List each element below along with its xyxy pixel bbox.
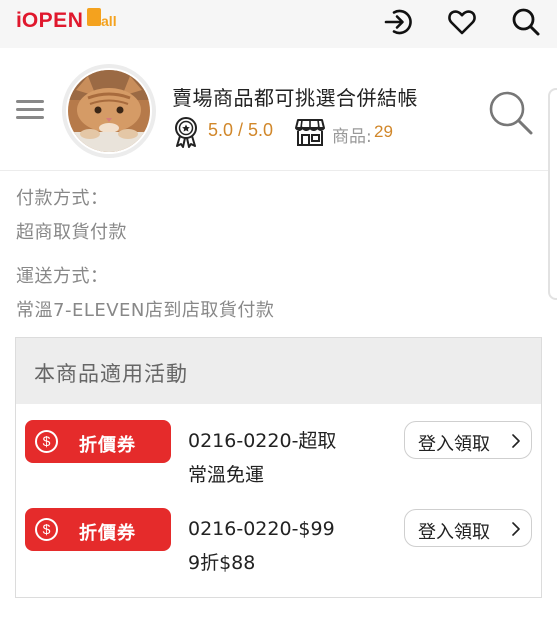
- promotions-title: 本商品適用活動: [34, 362, 188, 386]
- award-badge-icon: [175, 117, 197, 148]
- menu-icon[interactable]: [14, 96, 48, 124]
- heart-icon[interactable]: [446, 6, 478, 38]
- promotion-desc-line: 常溫免運: [188, 464, 265, 486]
- coupon-label: 折價券: [79, 435, 136, 456]
- login-icon[interactable]: [382, 6, 414, 38]
- payment-label: 付款方式：: [16, 188, 109, 209]
- chevron-right-icon: [512, 522, 520, 536]
- iopen-mall-logo[interactable]: i OPEN Mall: [16, 7, 117, 32]
- login-claim-button[interactable]: 登入領取: [404, 421, 532, 459]
- side-scroll-handle[interactable]: [548, 88, 557, 300]
- coupon-label: 折價券: [79, 523, 136, 544]
- coupon-tag: $ 折價券: [25, 508, 171, 551]
- promotion-desc-line: 0216-0220-超取: [188, 430, 337, 452]
- store-rating: 5.0 / 5.0: [208, 120, 274, 140]
- logo-open: OPEN: [21, 9, 84, 32]
- store-avatar[interactable]: [62, 64, 156, 158]
- shipping-value: 常溫7-ELEVEN店到店取貨付款: [16, 300, 275, 321]
- shop-icon: [295, 119, 325, 146]
- promotions-panel: 本商品適用活動 $ 折價券 0216-0220-超取 常溫免運 登入領取 $ 折…: [15, 337, 542, 598]
- cat-photo: [68, 70, 150, 152]
- products-label: 商品:: [332, 127, 372, 147]
- search-icon[interactable]: [510, 6, 542, 38]
- promotion-desc-line: 0216-0220-$99: [188, 518, 335, 540]
- shipping-label: 運送方式：: [16, 266, 109, 287]
- login-claim-label: 登入領取: [418, 434, 490, 455]
- promotion-description: 0216-0220-超取 常溫免運: [188, 424, 398, 492]
- divider: [0, 170, 548, 171]
- login-claim-label: 登入領取: [418, 522, 490, 543]
- login-claim-button[interactable]: 登入領取: [404, 509, 532, 547]
- logo-mall: Mall: [87, 7, 117, 30]
- coupon-tag: $ 折價券: [25, 420, 171, 463]
- store-name: 賣場商品都可挑選合併結帳: [172, 86, 418, 110]
- chevron-right-icon: [512, 434, 520, 448]
- promotion-description: 0216-0220-$99 9折$88: [188, 512, 398, 580]
- logo-mall-text: Mall: [89, 12, 117, 29]
- promotion-desc-line: 9折$88: [188, 552, 256, 574]
- top-bar: i OPEN Mall: [0, 0, 557, 48]
- promotions-header: 本商品適用活動: [16, 338, 541, 404]
- dollar-circle-icon: $: [35, 518, 58, 541]
- payment-value: 超商取貨付款: [16, 222, 127, 243]
- store-search-icon[interactable]: [486, 88, 534, 136]
- products-count: 29: [374, 122, 393, 141]
- dollar-circle-icon: $: [35, 430, 58, 453]
